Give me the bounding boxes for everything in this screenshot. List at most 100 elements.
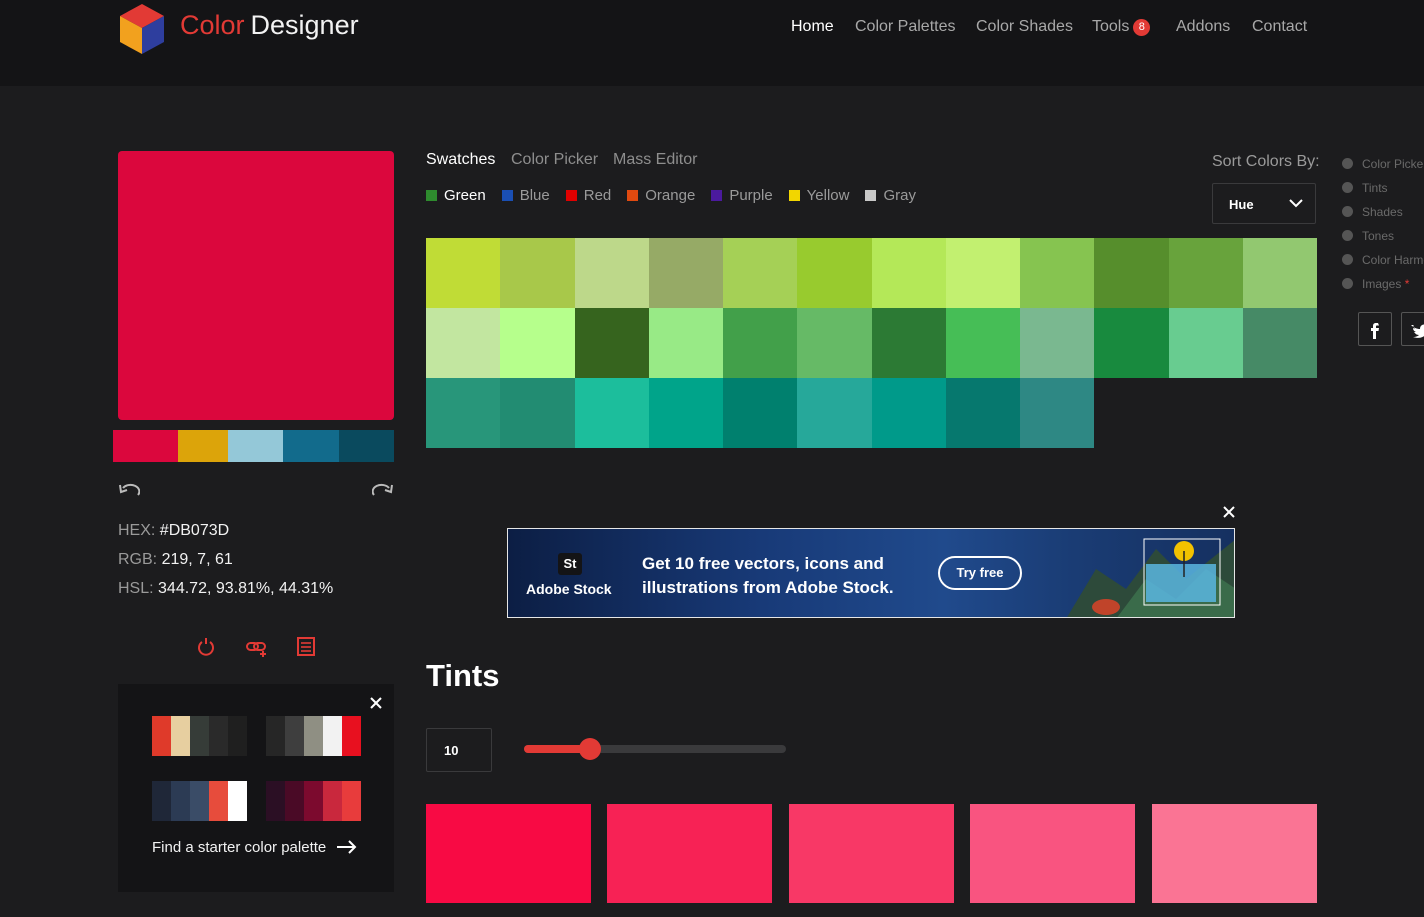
tint-swatch[interactable] — [1152, 804, 1317, 903]
nav-contact[interactable]: Contact — [1252, 18, 1307, 36]
palette-color-4[interactable] — [283, 430, 339, 462]
filter-orange[interactable]: Orange — [627, 187, 695, 204]
sort-label: Sort Colors By: — [1212, 153, 1320, 170]
swatch-cell[interactable] — [1242, 308, 1317, 378]
undo-icon[interactable] — [118, 483, 140, 499]
swatch-cell[interactable] — [500, 378, 575, 448]
tint-swatch[interactable] — [426, 804, 591, 903]
swatch-cell[interactable] — [1094, 238, 1169, 308]
logo-cube-icon[interactable] — [116, 2, 168, 58]
tint-swatch[interactable] — [789, 804, 954, 903]
swatch-cell[interactable] — [574, 238, 649, 308]
palette-color-3[interactable] — [228, 430, 283, 462]
sort-value: Hue — [1229, 197, 1254, 212]
adobe-stock-ad[interactable]: St Adobe Stock Get 10 free vectors, icon… — [507, 528, 1235, 618]
find-starter-palette-link[interactable]: Find a starter color palette — [152, 839, 358, 856]
swatch-cell[interactable] — [1020, 378, 1095, 448]
facebook-share[interactable] — [1358, 312, 1392, 346]
tint-swatch[interactable] — [970, 804, 1135, 903]
swatch-cell[interactable] — [1168, 308, 1243, 378]
palette-color-1[interactable] — [113, 430, 178, 462]
nav-home[interactable]: Home — [791, 18, 834, 36]
reset-icon[interactable] — [195, 636, 217, 658]
section-link-tones[interactable]: Tones — [1342, 229, 1394, 243]
tints-slider[interactable] — [524, 738, 786, 760]
redo-icon[interactable] — [372, 483, 394, 499]
swatch-cell[interactable] — [871, 308, 946, 378]
swatch-cell[interactable] — [500, 308, 575, 378]
swatch-cell[interactable] — [797, 378, 872, 448]
swatch-cell[interactable] — [723, 308, 798, 378]
swatch-cell[interactable] — [945, 238, 1020, 308]
swatch-cell[interactable] — [723, 238, 798, 308]
section-link-shades[interactable]: Shades — [1342, 205, 1403, 219]
brand[interactable]: Color Designer — [180, 10, 359, 41]
swatch-cell[interactable] — [648, 238, 723, 308]
section-link-color-picker[interactable]: Color Picker — [1342, 157, 1424, 171]
filter-color-dot — [788, 190, 800, 201]
section-link-label: Shades — [1362, 205, 1403, 219]
swatch-cell[interactable] — [426, 378, 501, 448]
ad-try-free-button[interactable]: Try free — [938, 556, 1022, 590]
close-icon[interactable] — [369, 696, 383, 710]
swatch-cell[interactable] — [723, 378, 798, 448]
link-add-icon[interactable] — [245, 636, 269, 658]
swatch-cell[interactable] — [1094, 308, 1169, 378]
section-link-color-harmonies[interactable]: Color Harmonies — [1342, 253, 1424, 267]
starter-palette-4[interactable] — [266, 781, 361, 821]
slider-handle[interactable] — [578, 738, 601, 760]
filter-yellow[interactable]: Yellow — [788, 187, 849, 204]
twitter-share[interactable] — [1401, 312, 1424, 346]
swatch-cell[interactable] — [871, 378, 946, 448]
filter-purple[interactable]: Purple — [711, 187, 773, 204]
tints-count-input[interactable] — [426, 728, 492, 772]
swatch-cell[interactable] — [871, 238, 946, 308]
swatch-cell[interactable] — [1020, 308, 1095, 378]
facebook-icon — [1371, 323, 1379, 339]
filter-green[interactable]: Green — [426, 187, 486, 204]
tint-swatch[interactable] — [607, 804, 772, 903]
tab-swatches[interactable]: Swatches — [426, 151, 495, 169]
swatch-cell[interactable] — [648, 308, 723, 378]
swatch-cell[interactable] — [1168, 238, 1243, 308]
filter-blue[interactable]: Blue — [501, 187, 550, 204]
tab-color-picker[interactable]: Color Picker — [511, 151, 598, 169]
swatch-cell[interactable] — [426, 308, 501, 378]
swatch-cell[interactable] — [574, 378, 649, 448]
starter-swatch — [342, 716, 361, 756]
palette-color-5[interactable] — [339, 430, 394, 462]
filter-gray[interactable]: Gray — [865, 187, 916, 204]
swatch-cell[interactable] — [500, 238, 575, 308]
starter-palette-3[interactable] — [152, 781, 247, 821]
swatch-cell[interactable] — [945, 378, 1020, 448]
tab-mass-editor[interactable]: Mass Editor — [613, 151, 697, 169]
nav-addons[interactable]: Addons — [1176, 18, 1230, 36]
swatch-cell[interactable] — [945, 308, 1020, 378]
filter-color-dot — [565, 190, 577, 201]
sort-select[interactable]: Hue — [1212, 183, 1316, 224]
swatch-cell[interactable] — [426, 238, 501, 308]
rgb-value: 219, 7, 61 — [161, 551, 233, 568]
swatch-cell[interactable] — [1020, 238, 1095, 308]
swatch-cell[interactable] — [797, 238, 872, 308]
bullet-icon — [1342, 230, 1353, 241]
ad-close-icon[interactable] — [1222, 505, 1236, 519]
palette-color-2[interactable] — [178, 430, 228, 462]
starter-swatch — [228, 716, 247, 756]
filter-red[interactable]: Red — [565, 187, 611, 204]
starter-palette-2[interactable] — [266, 716, 361, 756]
filter-label: Green — [444, 187, 486, 204]
swatch-cell[interactable] — [1242, 238, 1317, 308]
section-link-images[interactable]: Images * — [1342, 277, 1409, 291]
list-icon[interactable] — [296, 636, 316, 658]
swatch-cell[interactable] — [574, 308, 649, 378]
starter-palette-1[interactable] — [152, 716, 247, 756]
nav-color-shades[interactable]: Color Shades — [976, 18, 1073, 36]
starter-swatch — [304, 781, 323, 821]
section-link-tints[interactable]: Tints — [1342, 181, 1388, 195]
current-color-swatch[interactable] — [118, 151, 394, 420]
swatch-cell[interactable] — [797, 308, 872, 378]
nav-color-palettes[interactable]: Color Palettes — [855, 18, 956, 36]
swatch-cell[interactable] — [648, 378, 723, 448]
nav-tools[interactable]: Tools 8 — [1092, 18, 1151, 36]
